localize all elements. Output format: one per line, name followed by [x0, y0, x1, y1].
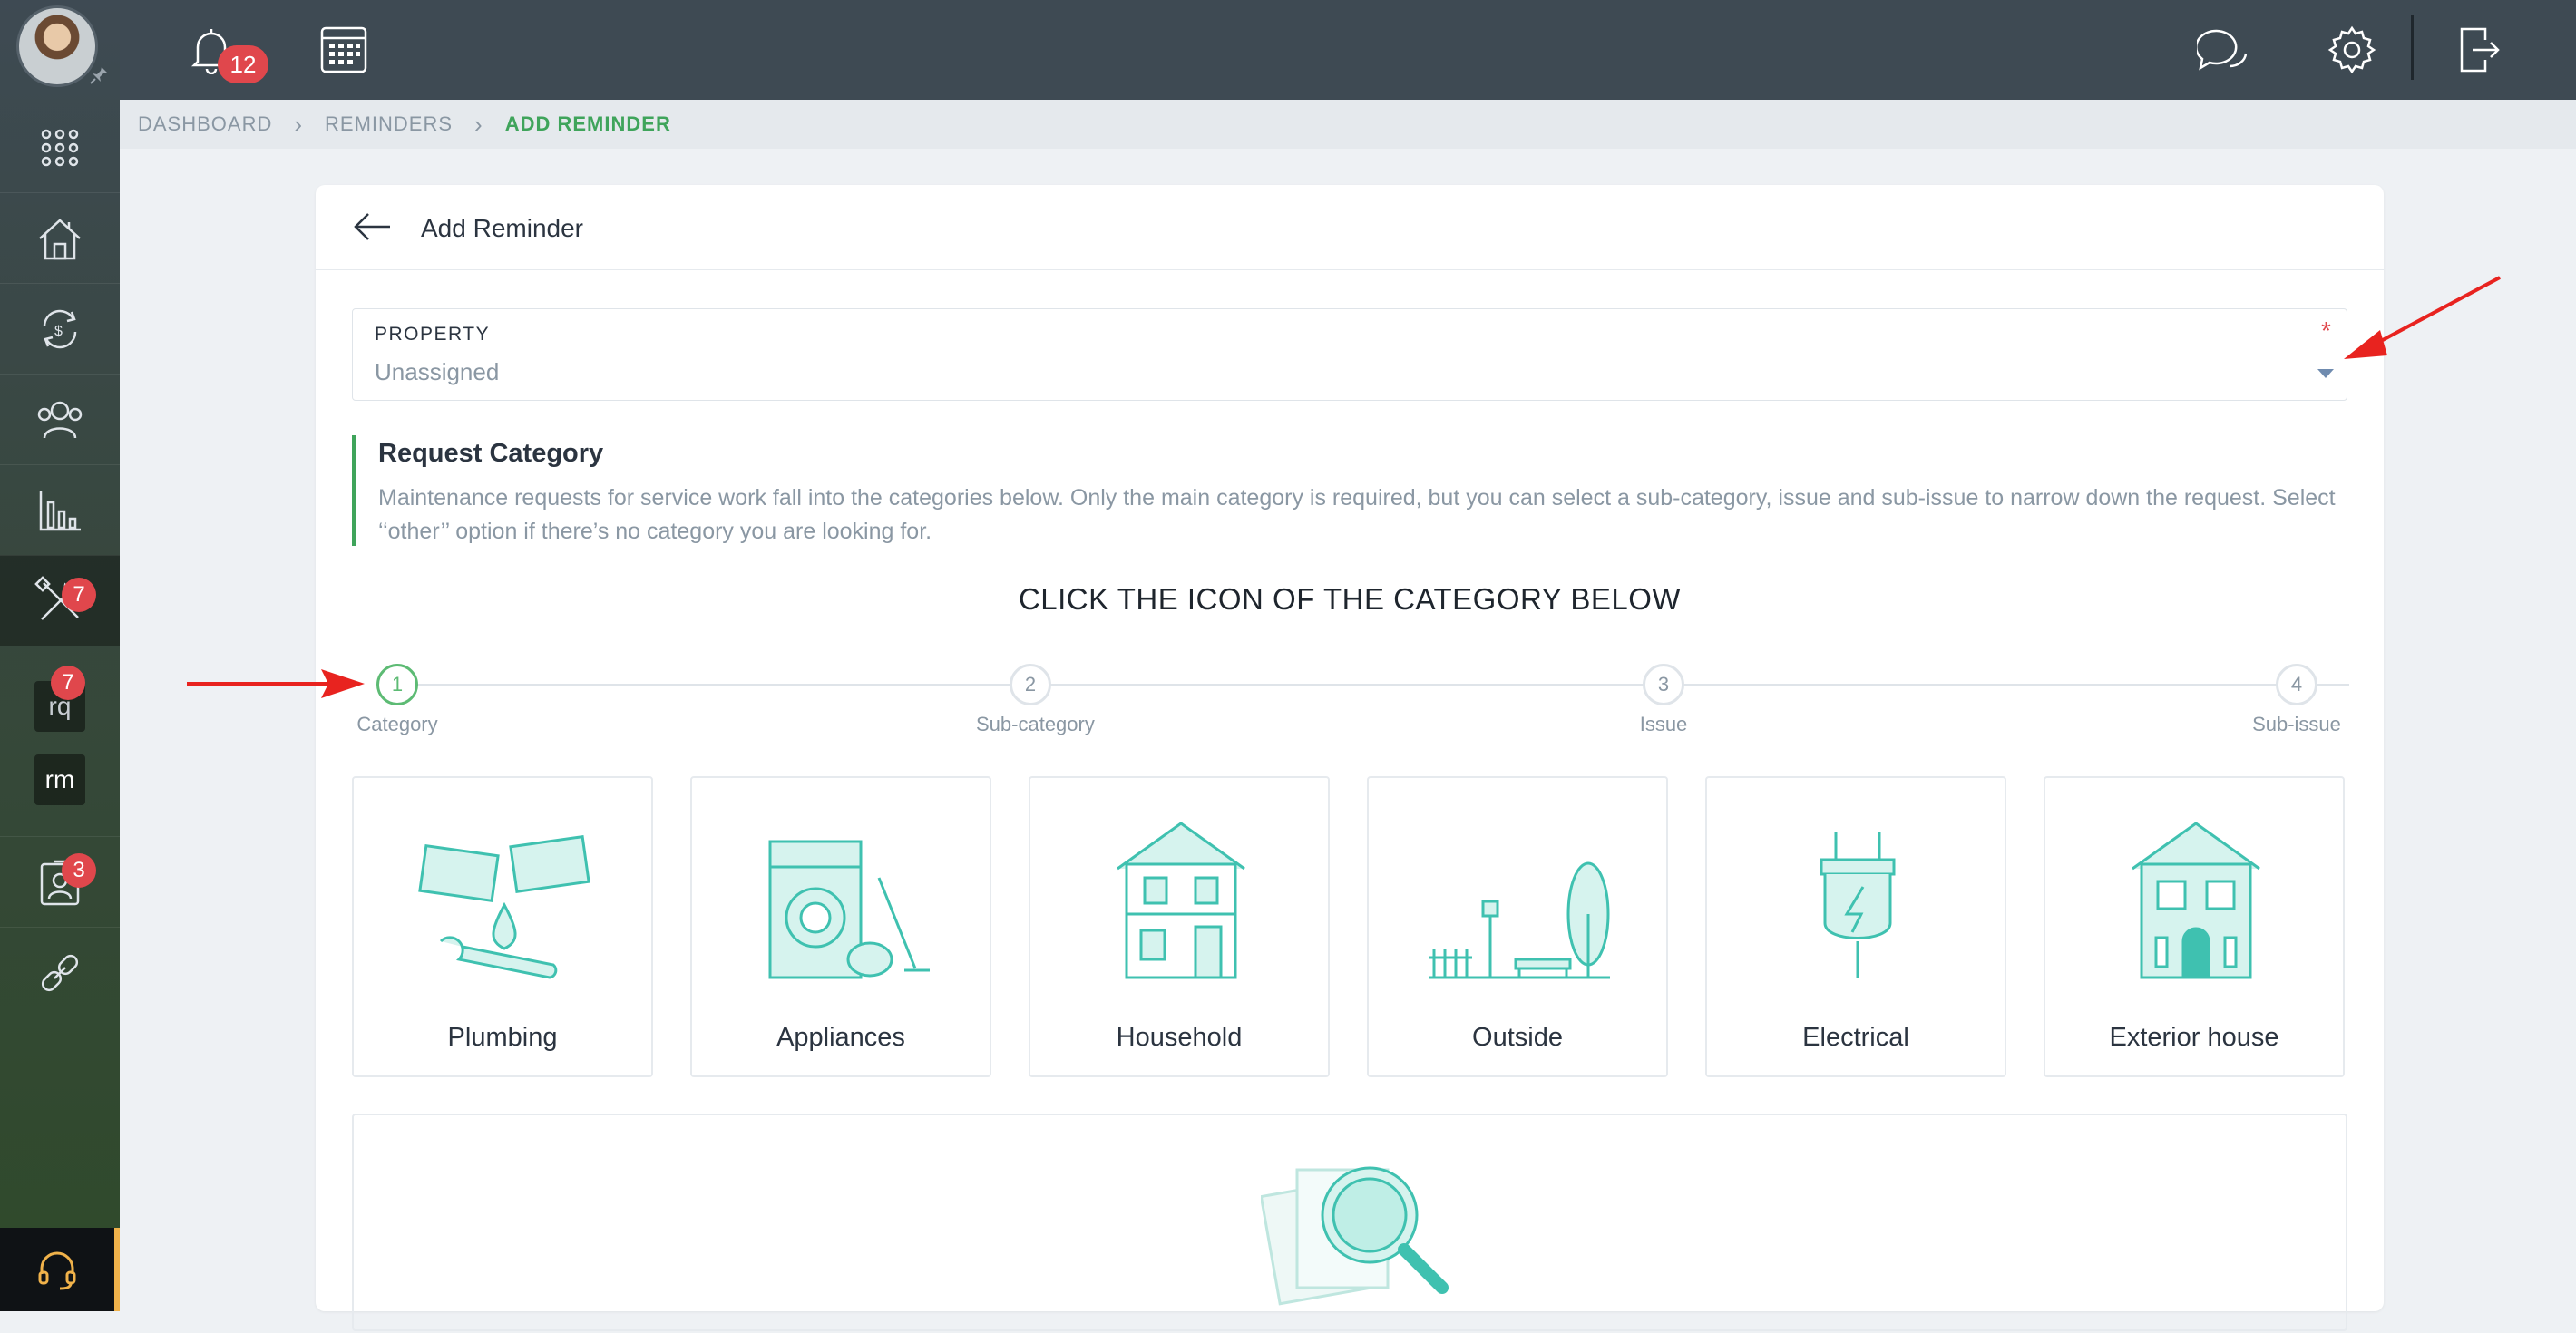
annotation-arrow-right [2344, 276, 2501, 359]
svg-text:$: $ [54, 324, 63, 339]
caret-down-icon [2317, 369, 2334, 378]
page-title: Add Reminder [421, 214, 583, 242]
home-icon [39, 218, 81, 259]
sidebar-item-apps[interactable] [0, 102, 120, 192]
category-label: Household [1116, 1023, 1243, 1052]
sidebar-item-finance[interactable]: $ [0, 283, 120, 374]
annotation-arrow-left [187, 669, 365, 698]
magnifier-document-icon [1261, 1166, 1449, 1306]
sidebar-item-links[interactable] [0, 927, 120, 1017]
top-bar: 12 [120, 0, 2576, 100]
household-icon [1117, 822, 1245, 979]
breadcrumb-dashboard[interactable]: DASHBOARD [138, 112, 272, 136]
step-number: 4 [2276, 664, 2317, 705]
logout-button[interactable] [2447, 18, 2511, 82]
rq-badge: 7 [51, 666, 85, 700]
step-sub-category[interactable]: 2 Sub-category [976, 664, 1095, 736]
appliances-icon [768, 840, 930, 979]
chat-button[interactable] [2191, 18, 2255, 82]
breadcrumb-reminders[interactable]: REMINDERS [325, 112, 453, 136]
step-label: Sub-issue [2252, 713, 2341, 735]
support-button[interactable] [0, 1228, 120, 1311]
card-header: Add Reminder [316, 185, 2384, 270]
settings-button[interactable] [2320, 18, 2384, 82]
category-electrical[interactable]: Electrical [1705, 776, 2006, 1077]
category-plumbing[interactable]: Plumbing [352, 776, 653, 1077]
sidebar-item-reports[interactable] [0, 464, 120, 555]
category-exterior-house[interactable]: Exterior house [2044, 776, 2345, 1077]
category-household[interactable]: Household [1029, 776, 1330, 1077]
step-number: 3 [1643, 664, 1684, 705]
category-appliances[interactable]: Appliances [690, 776, 991, 1077]
property-label: PROPERTY [375, 324, 491, 345]
step-issue[interactable]: 3 Issue [1609, 664, 1718, 736]
apps-grid-icon [41, 129, 79, 166]
sidebar: $ 7 rq 7 rm 3 [0, 0, 120, 1311]
step-sub-issue[interactable]: 4 Sub-issue [2242, 664, 2351, 736]
breadcrumb: DASHBOARD › REMINDERS › ADD REMINDER [120, 100, 2576, 149]
gear-icon [2327, 25, 2376, 74]
exterior-house-icon [2132, 822, 2260, 979]
finance-cycle-icon: $ [43, 309, 77, 348]
step-label: Sub-category [976, 713, 1095, 735]
sidebar-item-properties[interactable] [0, 192, 120, 283]
request-category-heading: Request Category [378, 439, 604, 468]
required-mark: * [2321, 316, 2331, 345]
category-label: Outside [1472, 1023, 1563, 1052]
sidebar-item-rq[interactable]: rq 7 [0, 666, 120, 747]
user-avatar[interactable] [16, 5, 98, 87]
category-outside[interactable]: Outside [1367, 776, 1668, 1077]
chevron-right-icon: › [474, 110, 483, 138]
sidebar-item-contacts[interactable]: 3 [0, 836, 120, 927]
headset-icon [38, 1251, 76, 1290]
plumbing-icon [418, 834, 590, 979]
step-label: Issue [1639, 713, 1688, 735]
link-icon [41, 954, 79, 991]
notification-count-badge: 12 [218, 45, 268, 83]
pin-icon[interactable] [89, 65, 109, 85]
reports-chart-icon [39, 491, 81, 530]
category-label: Electrical [1802, 1023, 1909, 1052]
category-stepper: 1 Category 2 Sub-category 3 Issue 4 Sub-… [352, 657, 2349, 735]
category-label: Appliances [776, 1023, 905, 1052]
people-icon [37, 401, 83, 438]
category-other[interactable] [352, 1114, 2347, 1331]
rm-tile: rm [34, 754, 85, 805]
contacts-badge: 3 [62, 853, 96, 888]
category-label: Plumbing [447, 1023, 558, 1052]
outside-icon [1429, 861, 1610, 979]
category-instruction: CLICK THE ICON OF THE CATEGORY BELOW [1018, 582, 1682, 616]
electrical-icon [1820, 832, 1896, 978]
add-reminder-card: Add Reminder PROPERTY Unassigned * Reque… [316, 185, 2384, 1331]
sidebar-item-people[interactable] [0, 374, 120, 464]
calendar-icon [320, 26, 367, 73]
property-select[interactable]: PROPERTY Unassigned * [352, 308, 2347, 401]
logout-icon [2460, 27, 2500, 73]
sidebar-item-rm[interactable]: rm [0, 738, 120, 822]
stepper-line [399, 684, 2349, 686]
request-category-description: Maintenance requests for service work fa… [378, 485, 2336, 544]
topbar-divider [2411, 15, 2414, 80]
chat-icon [2197, 29, 2248, 71]
category-label: Exterior house [2109, 1023, 2279, 1052]
request-category-section: Request Category Maintenance requests fo… [352, 435, 2347, 546]
step-number: 1 [376, 664, 418, 705]
sidebar-item-maintenance[interactable]: 7 [0, 555, 120, 646]
chevron-right-icon: › [294, 110, 304, 138]
step-label: Category [356, 713, 438, 735]
back-arrow-icon[interactable] [352, 209, 392, 245]
maintenance-badge: 7 [62, 578, 96, 612]
breadcrumb-current: ADD REMINDER [504, 112, 671, 135]
property-value: Unassigned [375, 358, 500, 385]
step-number: 2 [1010, 664, 1051, 705]
calendar-button[interactable] [312, 18, 376, 82]
